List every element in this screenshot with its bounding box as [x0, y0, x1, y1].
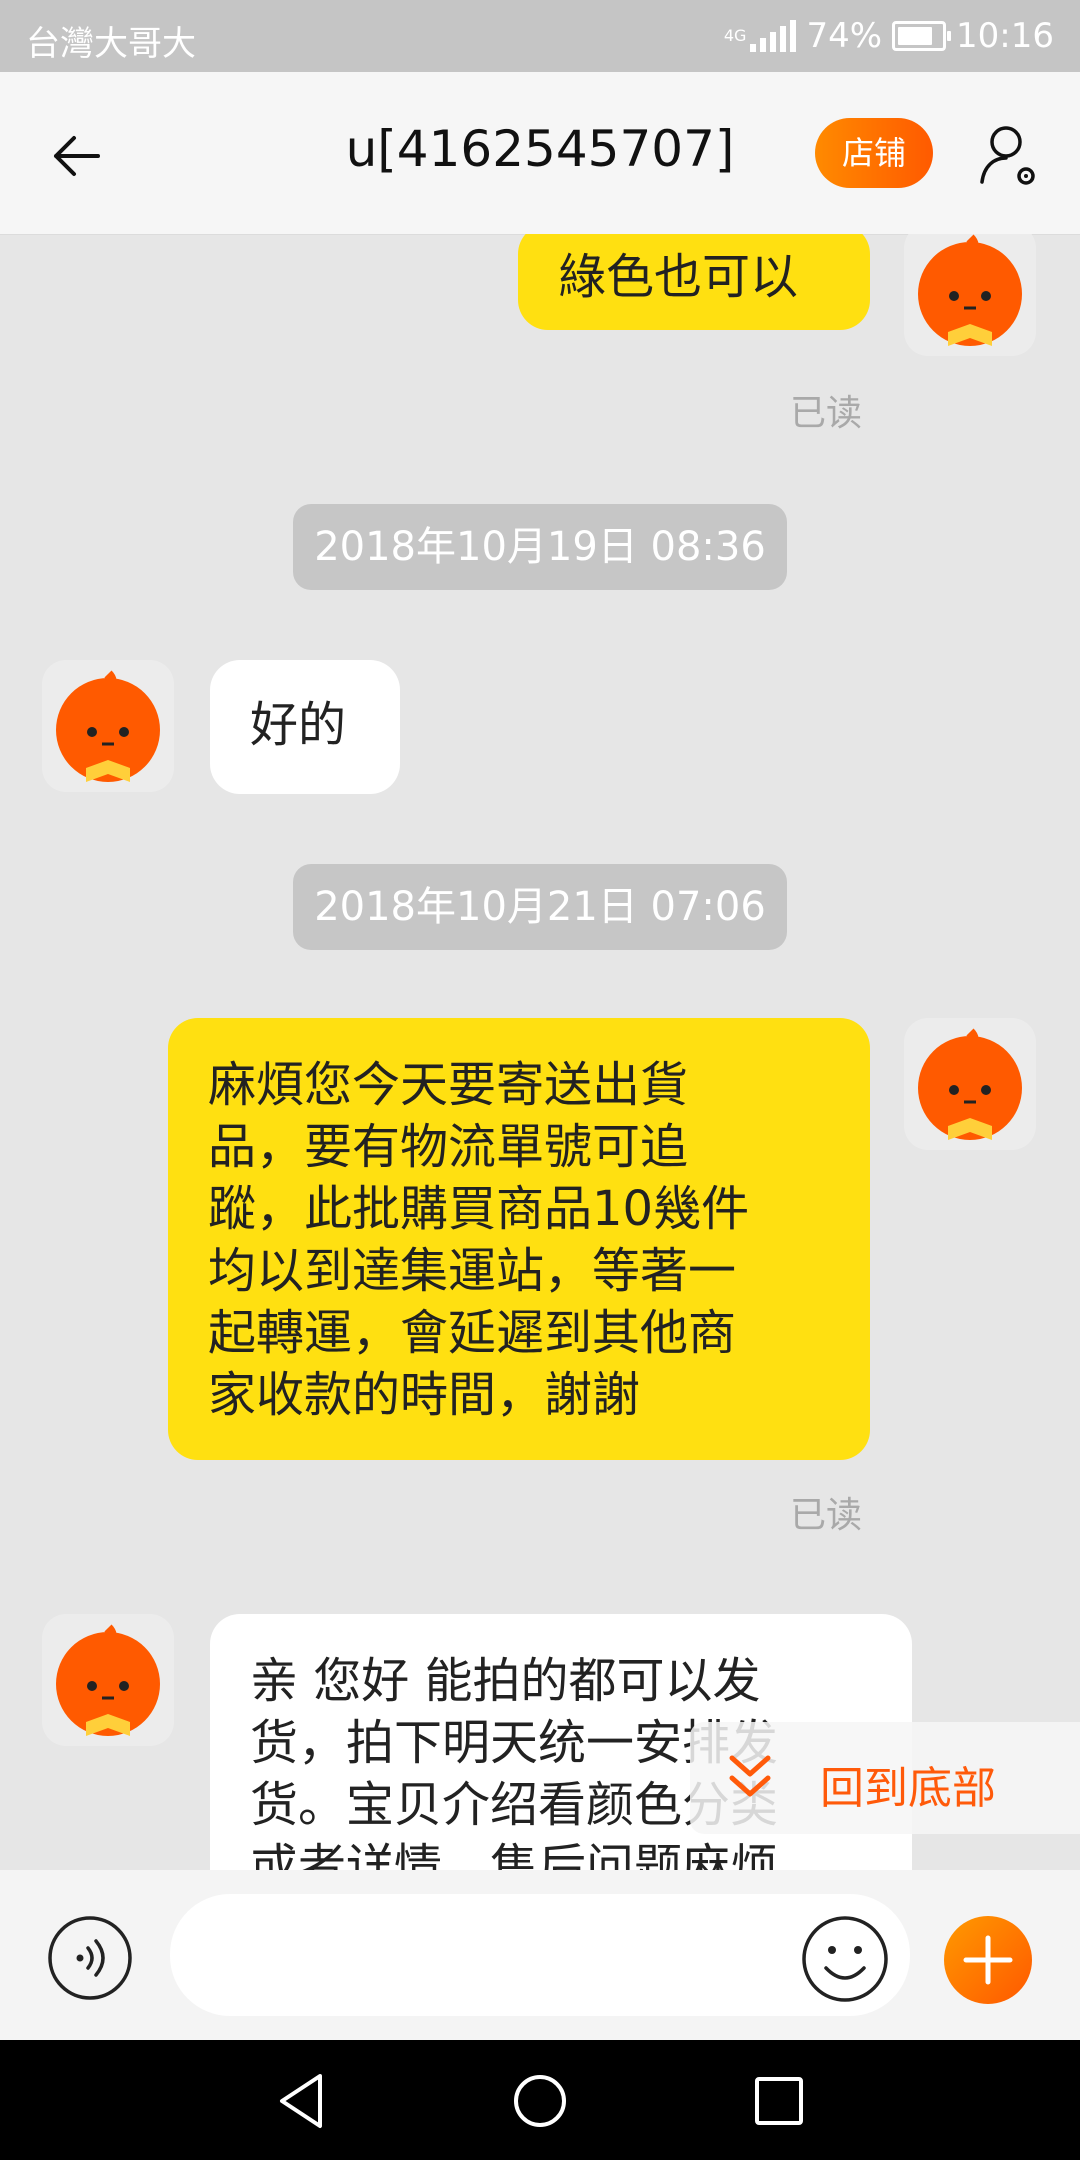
message-text: 好的 — [250, 697, 347, 753]
message-line: 亲 您好 能拍的都可以发 — [250, 1653, 761, 1709]
back-arrow-icon[interactable] — [44, 116, 124, 196]
avatar[interactable] — [904, 1018, 1036, 1150]
carrier-name: 台灣大哥大 — [26, 24, 196, 64]
read-status: 已读 — [790, 1495, 863, 1536]
network-type: 4G — [723, 26, 747, 45]
shop-button[interactable]: 店铺 — [815, 118, 933, 188]
avatar[interactable] — [904, 234, 1036, 356]
battery-percent: 74% — [806, 16, 883, 56]
message-bubble-sent[interactable]: 麻煩您今天要寄送出貨 品，要有物流單號可追 蹤，此批購買商品10幾件 均以到達集… — [168, 1018, 870, 1460]
system-nav-bar — [0, 2040, 1080, 2160]
back-to-bottom-label: 回到底部 — [820, 1763, 996, 1814]
timestamp: 2018年10月19日 08:36 — [293, 504, 787, 590]
message-line: 均以到達集運站，等著一 — [208, 1243, 737, 1299]
battery-icon — [892, 21, 952, 51]
message-line: 家收款的時間，謝謝 — [208, 1367, 641, 1423]
double-chevron-down-icon — [720, 1750, 780, 1806]
emoji-icon[interactable] — [800, 1914, 890, 2004]
read-status: 已读 — [790, 393, 863, 434]
user-settings-icon[interactable] — [970, 116, 1050, 196]
message-bubble-sent[interactable]: 綠色也可以 — [518, 234, 870, 330]
nav-recent-icon[interactable] — [742, 2064, 816, 2138]
message-line: 或者详情，售后问题麻烦 — [250, 1839, 779, 1870]
message-input[interactable] — [170, 1894, 910, 2016]
back-to-bottom-button[interactable]: 回到底部 — [690, 1722, 1080, 1834]
voice-icon[interactable] — [46, 1914, 134, 2002]
message-line: 起轉運，會延遲到其他商 — [208, 1305, 737, 1361]
chat-header: u[4162545707] 店铺 — [0, 72, 1080, 235]
timestamp: 2018年10月21日 07:06 — [293, 864, 787, 950]
avatar[interactable] — [42, 1614, 174, 1746]
nav-home-icon[interactable] — [503, 2064, 577, 2138]
avatar[interactable] — [42, 660, 174, 792]
message-input-bar — [0, 1870, 1080, 2040]
nav-back-icon[interactable] — [264, 2064, 338, 2138]
message-line: 蹤，此批購買商品10幾件 — [208, 1181, 750, 1237]
message-line: 品，要有物流單號可追 — [208, 1119, 689, 1175]
message-text: 綠色也可以 — [558, 249, 799, 305]
clock: 10:16 — [956, 16, 1054, 56]
chat-messages[interactable]: 綠色也可以 已读 2018年10月19日 08:36 好的 2018年10月21… — [0, 234, 1080, 1870]
plus-icon[interactable] — [944, 1916, 1032, 2004]
signal-icon — [750, 20, 797, 52]
status-icons: 4G 74% 10:16 — [724, 16, 1054, 56]
message-line: 麻煩您今天要寄送出貨 — [208, 1057, 689, 1113]
message-bubble-received[interactable]: 好的 — [210, 660, 400, 794]
status-bar: 台灣大哥大 4G 74% 10:16 — [0, 0, 1080, 72]
